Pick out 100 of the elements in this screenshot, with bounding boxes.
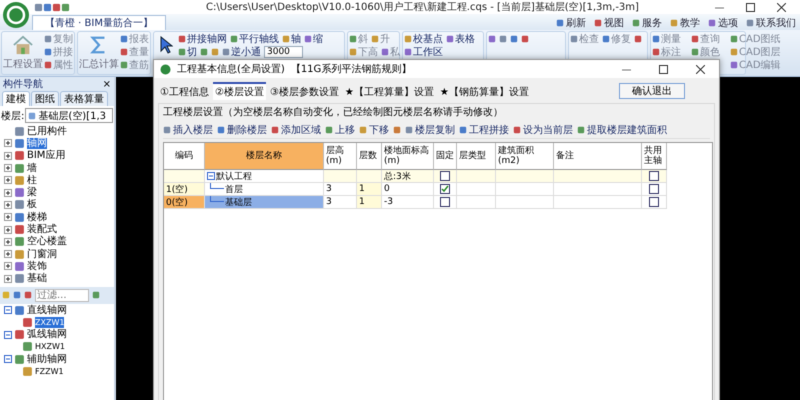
tree-item[interactable]: 门窗洞	[27, 248, 57, 260]
ribbon-button[interactable]: 平行轴线	[230, 32, 279, 46]
tree-item[interactable]: 板	[27, 199, 37, 210]
expand-icon[interactable]	[4, 176, 12, 184]
panel-tab[interactable]: 表格算量	[60, 91, 108, 106]
checkbox[interactable]	[649, 171, 659, 181]
maximize-icon[interactable]	[659, 64, 668, 74]
tree-item[interactable]: 轴网	[27, 138, 47, 149]
tree-item[interactable]: FZZW1	[35, 366, 64, 377]
dialog-tab[interactable]: ②楼层设置	[212, 82, 266, 100]
name-cell[interactable]: 基础层	[205, 196, 324, 209]
tree-item[interactable]: 装饰	[27, 260, 47, 272]
table-cell: 1	[357, 196, 382, 209]
tile-icon	[14, 260, 25, 272]
ribbon-button[interactable]: 校基点	[404, 32, 443, 46]
tree-item[interactable]: HXZW1	[35, 341, 65, 352]
tree-item[interactable]: 空心楼盖	[27, 236, 67, 248]
large-button[interactable]: 汇总计算	[79, 32, 119, 74]
checkbox[interactable]	[440, 184, 450, 194]
toolbar-button[interactable]: 提取楼层建筑面积	[577, 122, 667, 136]
expand-icon[interactable]	[4, 274, 12, 283]
checkbox[interactable]	[649, 184, 659, 194]
toolbar-button[interactable]: 设为当前层	[513, 122, 573, 136]
number-field[interactable]: 3000	[264, 46, 303, 58]
toolbar-button[interactable]: 插入楼层	[163, 122, 213, 136]
ribbon-button[interactable]: 工作区	[404, 44, 443, 58]
menu-item[interactable]: 服务	[632, 16, 662, 30]
large-button[interactable]: 工程设置	[3, 32, 43, 74]
collapse-icon[interactable]	[4, 355, 12, 364]
tree-item[interactable]: 基础	[27, 273, 47, 284]
menu-item[interactable]: 选项	[708, 16, 738, 30]
confirm-button[interactable]: 确认退出	[619, 83, 685, 99]
toolbar-button[interactable]: 楼层复制	[405, 122, 455, 136]
checkbox[interactable]	[440, 171, 450, 181]
tree-item[interactable]: 柱	[27, 174, 37, 186]
menu-item[interactable]: 联系我们	[746, 16, 796, 30]
expand-icon[interactable]	[4, 238, 12, 246]
toolbar-button[interactable]: 上移	[325, 122, 355, 136]
tree-item[interactable]: 辅助轴网	[27, 354, 67, 365]
toolbar-button[interactable]: 下移	[359, 122, 389, 136]
tile-icon	[14, 329, 25, 340]
tree-item[interactable]: 直线轴网	[27, 304, 67, 316]
tree-item[interactable]: ZXZW1	[35, 316, 64, 328]
app-tab[interactable]: 【青橙 · BIM量筋合一】	[32, 15, 166, 30]
toolbar-button[interactable]: 工程拼接	[459, 122, 509, 136]
ribbon-button[interactable]: 表格	[446, 32, 475, 46]
tree-item[interactable]: 弧线轴网	[27, 329, 67, 340]
ribbon-button[interactable]: 升	[371, 32, 390, 46]
checkbox[interactable]	[440, 197, 450, 207]
expand-icon[interactable]	[4, 200, 12, 209]
close-button[interactable]: ×	[102, 78, 111, 90]
close-icon[interactable]	[696, 64, 705, 74]
expand-icon[interactable]	[4, 250, 12, 258]
ribbon-button[interactable]: 缩	[304, 32, 323, 46]
expand-icon[interactable]	[4, 213, 12, 222]
floor-select[interactable]: 基础层(空)[1,3	[25, 108, 113, 123]
ribbon-button[interactable]: 逆小通	[222, 44, 261, 58]
pointer-icon[interactable]	[159, 36, 173, 54]
toolbar-button[interactable]: 删除楼层	[217, 122, 267, 136]
menu-item[interactable]: 视图	[594, 16, 624, 30]
expand-icon[interactable]	[4, 262, 12, 270]
dialog-tab[interactable]: ③楼层参数设置	[268, 82, 341, 100]
ribbon-button[interactable]: 拼接轴网	[178, 32, 227, 46]
dialog-tab[interactable]: ★【工程算量】设置	[342, 82, 436, 100]
collapse-icon[interactable]	[4, 306, 12, 314]
panel-tab[interactable]: 图纸	[31, 91, 59, 106]
toolbar-button[interactable]: 添加区域	[271, 122, 321, 136]
menu-item[interactable]: 刷新	[556, 16, 586, 30]
close-icon[interactable]	[776, 2, 786, 12]
panel-tab[interactable]: 建模	[2, 91, 30, 106]
tree-item[interactable]: 楼梯	[27, 212, 47, 223]
tree-item[interactable]: 已用构件	[27, 126, 67, 137]
collapse-icon[interactable]	[207, 172, 215, 180]
window-title: C:\Users\User\Desktop\V10.0-1060\用户工程\新建工程.cqs - [当前层]基础层(空)[1,3m,-3m]	[205, 0, 639, 14]
table-cell	[164, 170, 205, 183]
expand-icon[interactable]	[4, 139, 12, 148]
tree-item[interactable]: 墙	[27, 162, 37, 174]
dialog-tab[interactable]: ①工程信息	[158, 82, 211, 100]
ribbon-button[interactable]: 轴	[282, 32, 301, 46]
dialog-tab[interactable]: ★【钢筋算量】设置	[438, 82, 531, 100]
filter-field[interactable]: 过滤...	[35, 288, 89, 302]
tree-item[interactable]: BIM应用	[27, 150, 66, 162]
expand-icon[interactable]	[4, 164, 12, 172]
tree-item[interactable]: 装配式	[27, 224, 57, 236]
name-cell[interactable]: 首层	[205, 183, 324, 196]
table-cell: 0(空)	[164, 196, 205, 209]
tile-icon	[178, 34, 186, 42]
floor-label: 楼层:	[1, 110, 24, 122]
tile-icon	[178, 48, 186, 56]
ribbon-button[interactable]: 切	[178, 44, 197, 58]
checkbox[interactable]	[649, 197, 659, 207]
maximize-icon[interactable]	[746, 2, 755, 12]
menu-item[interactable]: 教学	[670, 16, 700, 30]
column-header: 编码	[164, 143, 205, 170]
name-cell[interactable]: 默认工程	[205, 170, 324, 183]
expand-icon[interactable]	[4, 226, 12, 234]
tree-item[interactable]: 梁	[27, 187, 37, 198]
collapse-icon[interactable]	[4, 330, 12, 339]
expand-icon[interactable]	[4, 152, 12, 160]
expand-icon[interactable]	[4, 188, 12, 197]
